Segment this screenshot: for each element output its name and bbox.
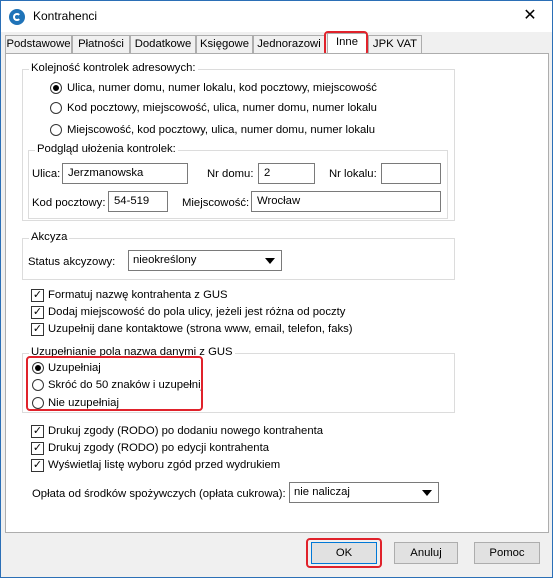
format-name-label: Formatuj nazwę kontrahenta z GUS (48, 289, 228, 301)
chevron-down-icon (265, 258, 275, 264)
help-button[interactable]: Pomoc (474, 542, 540, 564)
street-label: Ulica: (32, 168, 61, 180)
address-order-radio-1[interactable] (50, 82, 62, 94)
print-consent-new-checkbox[interactable]: ✓ (31, 425, 44, 438)
close-icon[interactable]: ✕ (513, 5, 547, 27)
address-order-radio-3[interactable] (50, 124, 62, 136)
app-icon (9, 9, 25, 25)
sugar-fee-label: Opłata od środków spożywczych (opłata cu… (32, 488, 286, 500)
excise-status-value: nieokreślony (133, 254, 197, 266)
preview-legend: Podgląd ułożenia kontrolek: (35, 143, 178, 155)
sugar-fee-select[interactable]: nie naliczaj (289, 482, 439, 503)
print-consent-edit-checkbox[interactable]: ✓ (31, 442, 44, 455)
address-order-radio-2[interactable] (50, 102, 62, 114)
contact-data-checkbox[interactable]: ✓ (31, 323, 44, 336)
add-city-label: Dodaj miejscowość do pola ulicy, jeżeli … (48, 306, 346, 318)
print-consent-edit-label: Drukuj zgody (RODO) po edycji kontrahent… (48, 442, 270, 454)
address-order-label-2: Kod pocztowy, miejscowość, ulica, numer … (67, 102, 377, 114)
flat-number-label: Nr lokalu: (329, 168, 377, 180)
tab-ksiegowe[interactable]: Księgowe (196, 35, 253, 54)
sugar-fee-value: nie naliczaj (294, 486, 350, 498)
show-consents-checkbox[interactable]: ✓ (31, 459, 44, 472)
address-order-label-3: Miejscowość, kod pocztowy, ulica, numer … (67, 124, 376, 136)
tab-dodatkowe[interactable]: Dodatkowe (130, 35, 196, 54)
excise-legend: Akcyza (29, 231, 70, 243)
add-city-checkbox[interactable]: ✓ (31, 306, 44, 319)
house-number-label: Nr domu: (207, 168, 254, 180)
cancel-button[interactable]: Anuluj (394, 542, 458, 564)
print-consent-new-label: Drukuj zgody (RODO) po dodaniu nowego ko… (48, 425, 324, 437)
street-field[interactable]: Jerzmanowska (62, 163, 188, 184)
tab-jpk-vat[interactable]: JPK VAT (368, 35, 422, 54)
postal-code-label: Kod pocztowy: (32, 197, 106, 209)
address-order-label-1: Ulica, numer domu, numer lokalu, kod poc… (67, 82, 377, 94)
tab-platnosci[interactable]: Płatności (72, 35, 130, 54)
postal-code-field[interactable]: 54-519 (108, 191, 168, 212)
tab-podstawowe[interactable]: Podstawowe (5, 35, 72, 54)
title-bar: Kontrahenci ✕ (1, 1, 552, 32)
show-consents-label: Wyświetlaj listę wyboru zgód przed wydru… (48, 459, 281, 471)
gus-name-highlight (26, 356, 203, 411)
contact-data-label: Uzupełnij dane kontaktowe (strona www, e… (48, 323, 353, 335)
city-field[interactable]: Wrocław (251, 191, 441, 212)
chevron-down-icon (422, 490, 432, 496)
address-order-legend: Kolejność kontrolek adresowych: (29, 62, 198, 74)
window-title: Kontrahenci (33, 9, 98, 23)
tab-jednorazowi[interactable]: Jednorazowi (253, 35, 325, 54)
excise-status-select[interactable]: nieokreślony (128, 250, 282, 271)
flat-number-field[interactable] (381, 163, 441, 184)
excise-status-label: Status akcyzowy: (28, 256, 116, 268)
format-name-checkbox[interactable]: ✓ (31, 289, 44, 302)
house-number-field[interactable]: 2 (258, 163, 315, 184)
dialog-window: Kontrahenci ✕ Podstawowe Płatności Dodat… (0, 0, 553, 578)
city-label: Miejscowość: (182, 197, 250, 209)
ok-highlight (306, 538, 382, 568)
